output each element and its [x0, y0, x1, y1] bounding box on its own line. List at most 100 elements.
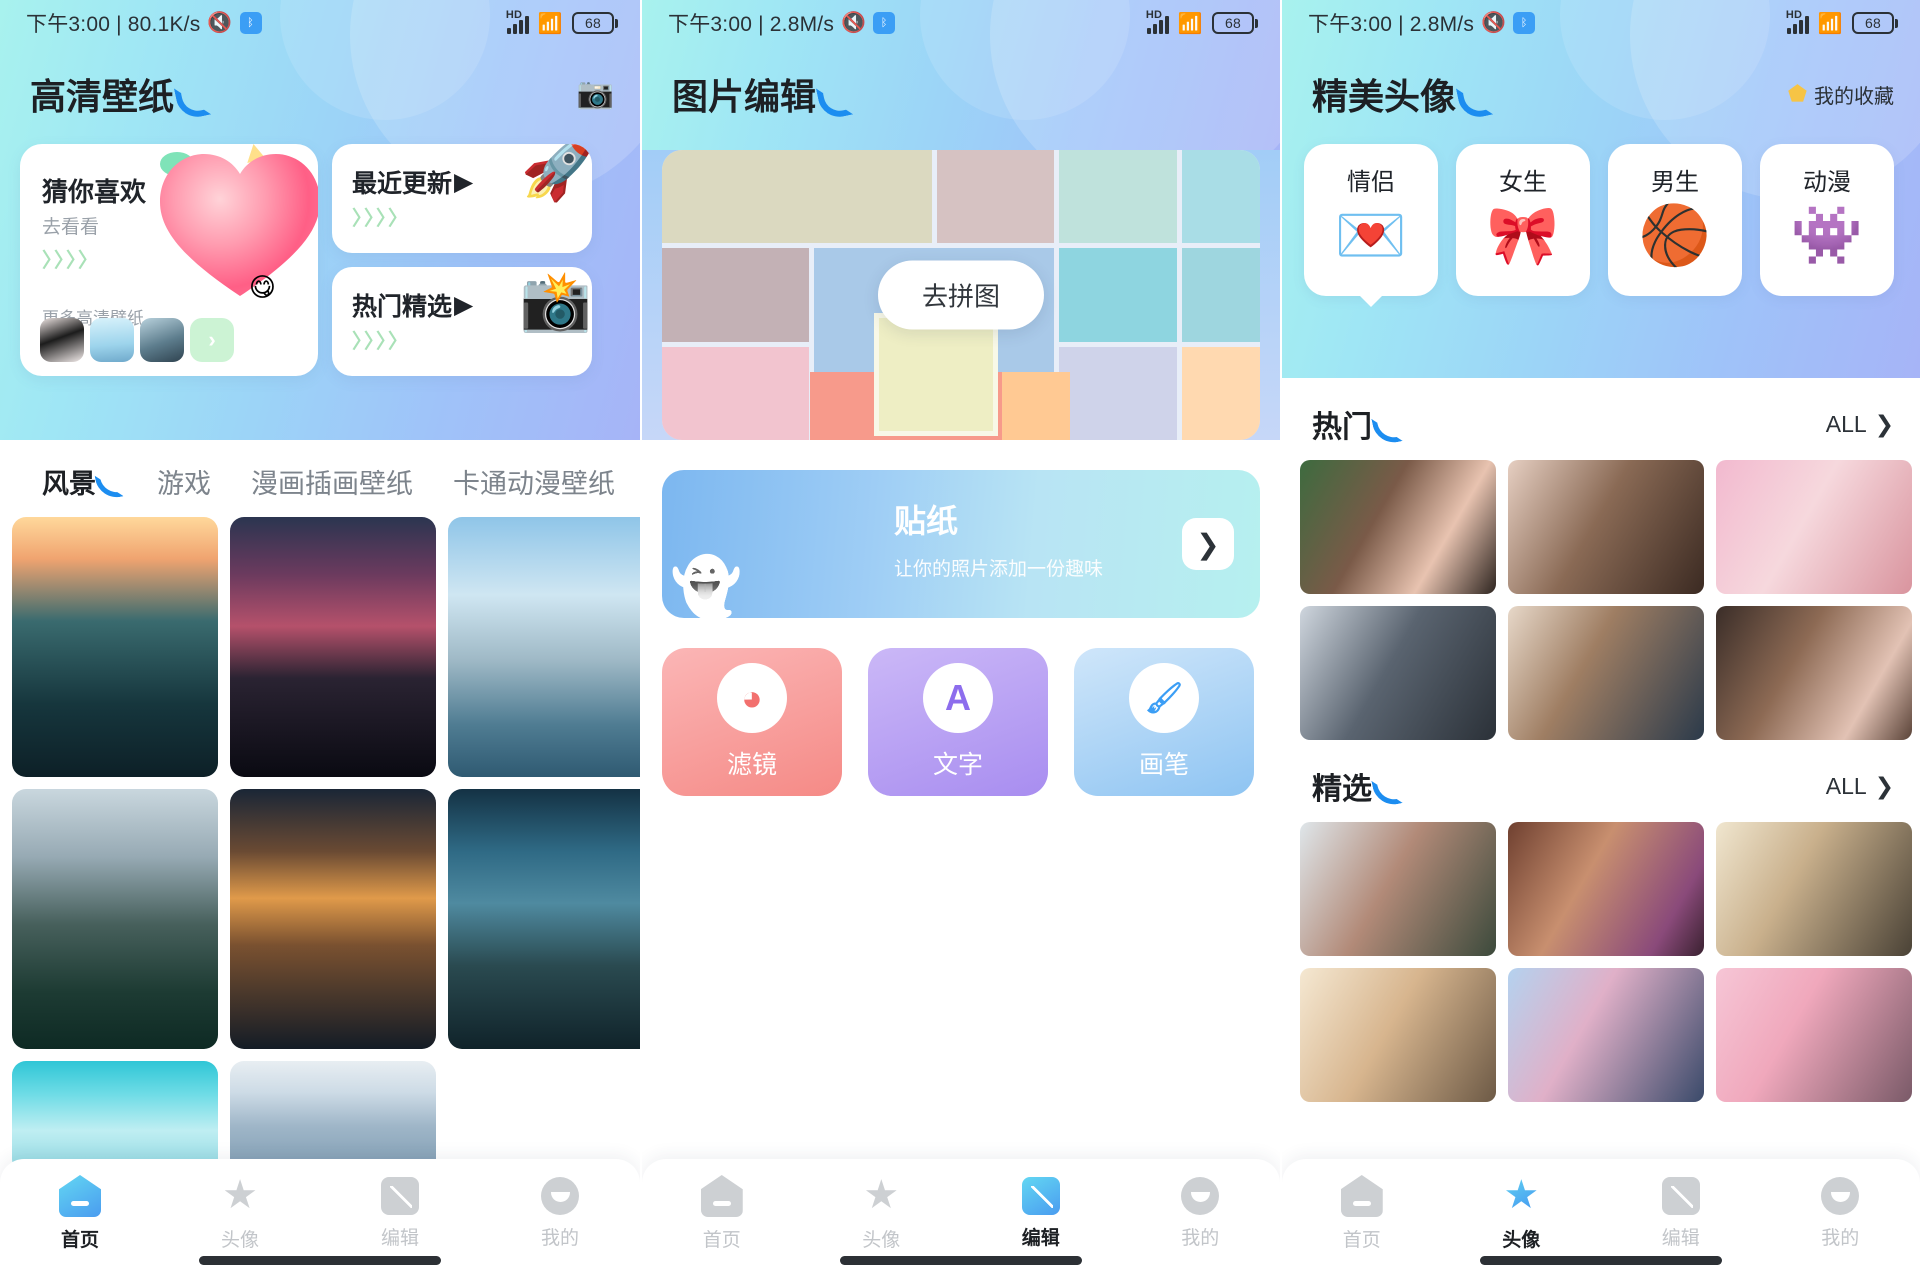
chip-label: 动漫	[1803, 169, 1851, 196]
avatar-cell[interactable]	[1508, 460, 1704, 594]
tab-cartoon-anime[interactable]: 卡通动漫壁纸	[453, 462, 615, 501]
page-title: 精美头像	[1312, 68, 1483, 120]
card-guess-you-like[interactable]: 😋 猜你喜欢 去看看 〉〉〉〉 更多高清壁纸 ›	[20, 144, 318, 376]
chevron-right-icon: ❯	[1874, 410, 1894, 437]
system-home-indicator[interactable]	[840, 1256, 1082, 1265]
avatar-cell[interactable]	[1300, 822, 1496, 956]
bluetooth-icon: ᛒ	[873, 12, 896, 34]
wallpaper-cell[interactable]	[448, 789, 640, 1049]
avatar-cell[interactable]	[1716, 606, 1912, 740]
card-hot-selection[interactable]: 热门精选 ▶ 〉〉〉〉 📸	[332, 267, 592, 376]
wallpaper-cell[interactable]	[230, 1061, 436, 1173]
nav-label: 编辑	[380, 1228, 419, 1249]
collage-preview[interactable]: 去拼图	[662, 150, 1260, 440]
nav-item-home[interactable]: 首页	[1302, 1175, 1422, 1252]
chip-boys[interactable]: 男生 🏀	[1608, 144, 1742, 296]
thumbnail-strip[interactable]: ›	[40, 318, 234, 362]
nav-label: 头像	[862, 1230, 901, 1251]
status-bar: 下午3:00 | 2.8M/s 🔇 ᛒ HD 📶 68	[642, 0, 1280, 46]
avatar-cell[interactable]	[1300, 460, 1496, 594]
card-recent-update[interactable]: 最近更新 ▶ 〉〉〉〉 🚀	[332, 144, 592, 253]
sticker-banner[interactable]: 👻 贴纸 让你的照片添加一份趣味 ❯	[662, 470, 1260, 618]
wallpaper-cell[interactable]	[230, 517, 436, 777]
avatar-cell[interactable]	[1508, 968, 1704, 1102]
nav-label: 我的	[1821, 1228, 1860, 1249]
tab-comic-illustration[interactable]: 漫画插画壁纸	[251, 462, 413, 501]
go-collage-button[interactable]: 去拼图	[877, 260, 1045, 330]
thumbnail[interactable]	[40, 318, 84, 362]
page-header-2: 图片编辑	[642, 46, 1280, 120]
section-all-link-featured[interactable]: ALL ❯	[1826, 773, 1894, 800]
page-title: 图片编辑	[672, 68, 843, 120]
avatar-category-chips[interactable]: 情侣 💌 女生 🎀 男生 🏀 动漫 👾	[1282, 120, 1920, 296]
nav-item-home[interactable]: 首页	[20, 1175, 140, 1252]
my-favorites-button[interactable]: ⬟ 我的收藏	[1788, 80, 1894, 109]
avatar-grid-hot[interactable]	[1282, 460, 1920, 740]
mute-bell-icon: 🔇	[841, 11, 867, 34]
home-icon	[700, 1175, 743, 1217]
chevron-arrows-icon: 〉〉〉〉	[352, 208, 410, 230]
nav-item-avatar[interactable]: ★ 头像	[1461, 1175, 1581, 1252]
chip-anime[interactable]: 动漫 👾	[1760, 144, 1894, 296]
wallpaper-cell[interactable]	[230, 789, 436, 1049]
status-time-netspeed: 下午3:00 | 80.1K/s	[26, 13, 201, 36]
heart-illustration-icon	[156, 148, 318, 298]
edit-tools-row[interactable]: ◕ 滤镜 A 文字 🖌 画笔	[642, 618, 1280, 796]
tab-games[interactable]: 游戏	[157, 462, 211, 501]
section-all-link-hot[interactable]: ALL ❯	[1826, 411, 1894, 438]
camera-icon[interactable]: 📷	[577, 79, 614, 109]
avatar-cell[interactable]	[1716, 968, 1912, 1102]
signal-bars-icon: HD	[1786, 9, 1809, 34]
nav-item-mine[interactable]: 我的	[500, 1175, 620, 1250]
nav-item-mine[interactable]: 我的	[1140, 1175, 1260, 1250]
tab-scenery[interactable]: 风景	[42, 462, 117, 501]
wallpaper-cell[interactable]	[12, 517, 218, 777]
chip-girls[interactable]: 女生 🎀	[1456, 144, 1590, 296]
section-title-text: 热门	[1312, 411, 1372, 444]
nav-item-edit[interactable]: 编辑	[1621, 1175, 1741, 1250]
system-home-indicator[interactable]	[1480, 1256, 1722, 1265]
wallpaper-grid[interactable]	[0, 517, 640, 1173]
wallpaper-cell[interactable]	[12, 1061, 218, 1173]
avatar-cell[interactable]	[1716, 822, 1912, 956]
chip-label: 男生	[1651, 169, 1699, 196]
nav-item-edit[interactable]: 编辑	[981, 1175, 1101, 1250]
tool-brush[interactable]: 🖌 画笔	[1074, 648, 1254, 796]
thumbnail[interactable]	[140, 318, 184, 362]
avatar-cell[interactable]	[1300, 606, 1496, 740]
swoosh-underline-icon	[1373, 412, 1395, 437]
avatar-cell[interactable]	[1300, 968, 1496, 1102]
system-home-indicator[interactable]	[199, 1256, 441, 1265]
nav-item-avatar[interactable]: ★ 头像	[821, 1175, 941, 1252]
avatar-cell[interactable]	[1508, 822, 1704, 956]
tab-label: 风景	[42, 469, 96, 499]
nav-item-mine[interactable]: 我的	[1780, 1175, 1900, 1250]
card-title: 最近更新	[352, 170, 453, 198]
collage-tile	[936, 150, 1055, 244]
all-label: ALL	[1825, 410, 1867, 437]
thumbnail-more-arrow-icon[interactable]: ›	[190, 318, 234, 362]
tool-filter[interactable]: ◕ 滤镜	[662, 648, 842, 796]
avatar-cell[interactable]	[1716, 460, 1912, 594]
thumbnail[interactable]	[90, 318, 134, 362]
signal-bars-icon: HD	[1146, 9, 1169, 34]
avatar-grid-featured[interactable]	[1282, 822, 1920, 1102]
nav-item-avatar[interactable]: ★ 头像	[180, 1175, 300, 1252]
tool-text[interactable]: A 文字	[868, 648, 1048, 796]
wallpaper-cell[interactable]	[448, 517, 640, 777]
promo-cards-right: 最近更新 ▶ 〉〉〉〉 🚀 热门精选 ▶ 〉〉〉〉 📸	[332, 144, 592, 376]
category-tabs[interactable]: 风景 游戏 漫画插画壁纸 卡通动漫壁纸	[0, 440, 640, 517]
tool-label: 滤镜	[726, 751, 777, 779]
page-title-text: 图片编辑	[672, 76, 817, 117]
swoosh-underline-icon	[817, 79, 843, 109]
nav-item-home[interactable]: 首页	[662, 1175, 782, 1252]
swoosh-underline-icon	[1373, 774, 1395, 799]
chip-couple[interactable]: 情侣 💌	[1304, 144, 1438, 296]
section-header-hot: 热门 ALL ❯	[1282, 378, 1920, 460]
chevron-right-icon[interactable]: ❯	[1182, 518, 1234, 570]
card-title: 猜你喜欢	[42, 177, 147, 207]
hero-gradient-2: 下午3:00 | 2.8M/s 🔇 ᛒ HD 📶 68 图片编辑	[642, 0, 1280, 150]
wallpaper-cell[interactable]	[12, 789, 218, 1049]
nav-item-edit[interactable]: 编辑	[340, 1175, 460, 1250]
avatar-cell[interactable]	[1508, 606, 1704, 740]
